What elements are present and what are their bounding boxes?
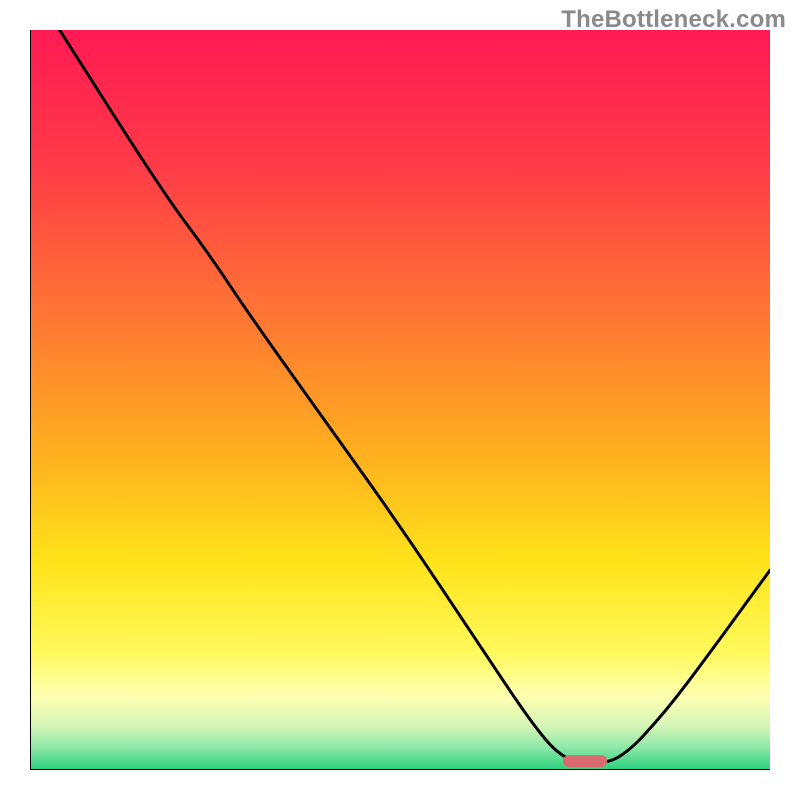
chart-container: TheBottleneck.com xyxy=(0,0,800,800)
chart-svg xyxy=(30,30,770,770)
gradient-background xyxy=(30,30,770,770)
watermark-text: TheBottleneck.com xyxy=(561,6,786,34)
highlight-pill xyxy=(563,755,607,767)
plot-area xyxy=(30,30,770,770)
